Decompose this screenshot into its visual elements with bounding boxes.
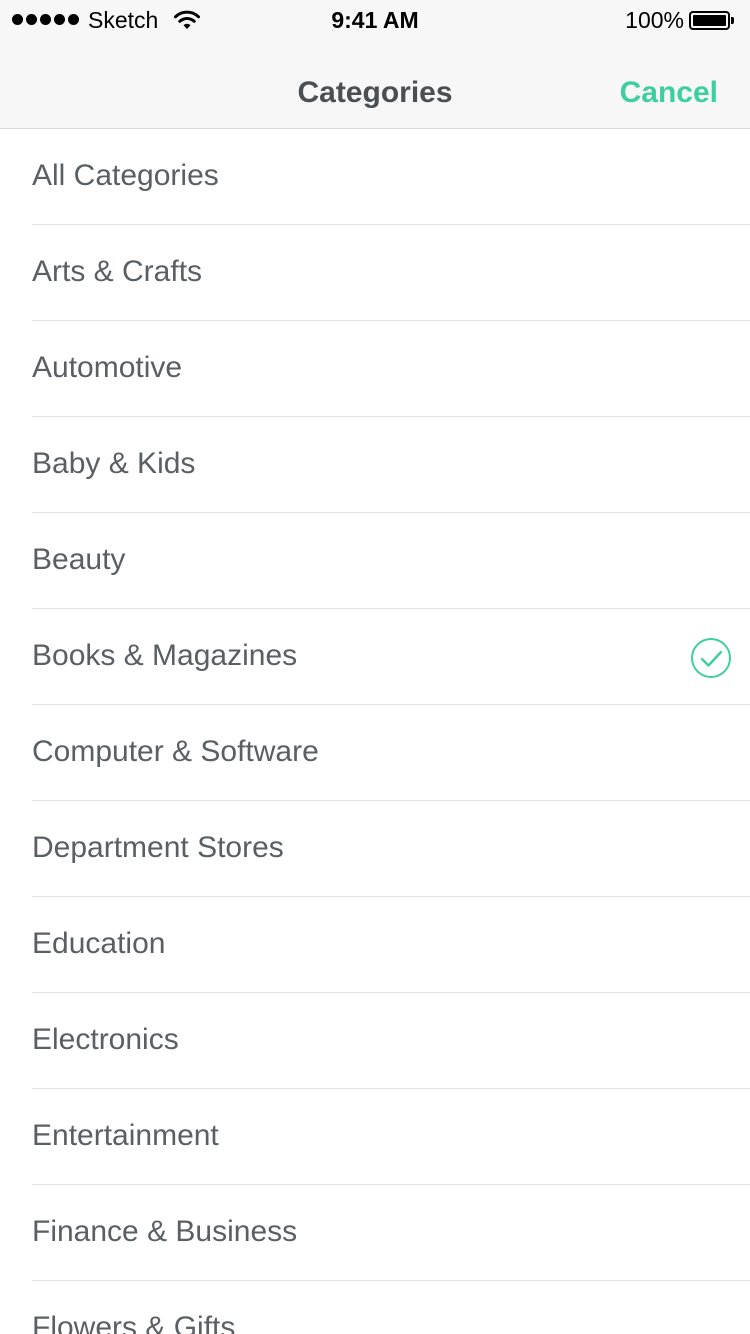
- category-label: Computer & Software: [32, 735, 319, 768]
- category-row[interactable]: Arts & Crafts: [32, 225, 750, 321]
- status-bar: Sketch 9:41 AM 100%: [0, 0, 750, 40]
- category-row[interactable]: Education: [32, 897, 750, 993]
- battery-icon: [689, 11, 734, 30]
- category-label: Beauty: [32, 543, 126, 576]
- category-row[interactable]: Computer & Software: [32, 705, 750, 801]
- cancel-button[interactable]: Cancel: [620, 75, 718, 111]
- category-label: Automotive: [32, 351, 183, 384]
- category-label: All Categories: [32, 159, 219, 192]
- category-label: Electronics: [32, 1023, 179, 1056]
- category-label: Baby & Kids: [32, 447, 196, 480]
- category-row[interactable]: Electronics: [32, 993, 750, 1089]
- category-list: All Categories Arts & Crafts Automotive Bab…: [0, 129, 750, 1334]
- category-label: Education: [32, 927, 166, 960]
- category-label: Books & Magazines: [32, 639, 298, 672]
- category-label: Department Stores: [32, 831, 284, 864]
- screen: Sketch 9:41 AM 100% Categories Cancel Al…: [0, 0, 750, 1334]
- category-row[interactable]: Flowers & Gifts: [32, 1281, 750, 1334]
- category-label: Arts & Crafts: [32, 255, 203, 288]
- category-row[interactable]: Department Stores: [32, 801, 750, 897]
- category-row[interactable]: All Categories: [32, 129, 750, 225]
- category-label: Flowers & Gifts: [32, 1311, 236, 1334]
- category-row[interactable]: Beauty: [32, 513, 750, 609]
- navigation-bar: Categories Cancel: [0, 40, 750, 129]
- category-label: Entertainment: [32, 1119, 219, 1152]
- checkmark-circle-icon: [691, 638, 731, 678]
- category-row[interactable]: Finance & Business: [32, 1185, 750, 1281]
- category-row[interactable]: Automotive: [32, 321, 750, 417]
- category-row[interactable]: Entertainment: [32, 1089, 750, 1185]
- category-label: Finance & Business: [32, 1215, 298, 1248]
- category-row[interactable]: Baby & Kids: [32, 417, 750, 513]
- battery-percentage: 100%: [625, 7, 684, 33]
- category-row[interactable]: Books & Magazines: [32, 609, 750, 705]
